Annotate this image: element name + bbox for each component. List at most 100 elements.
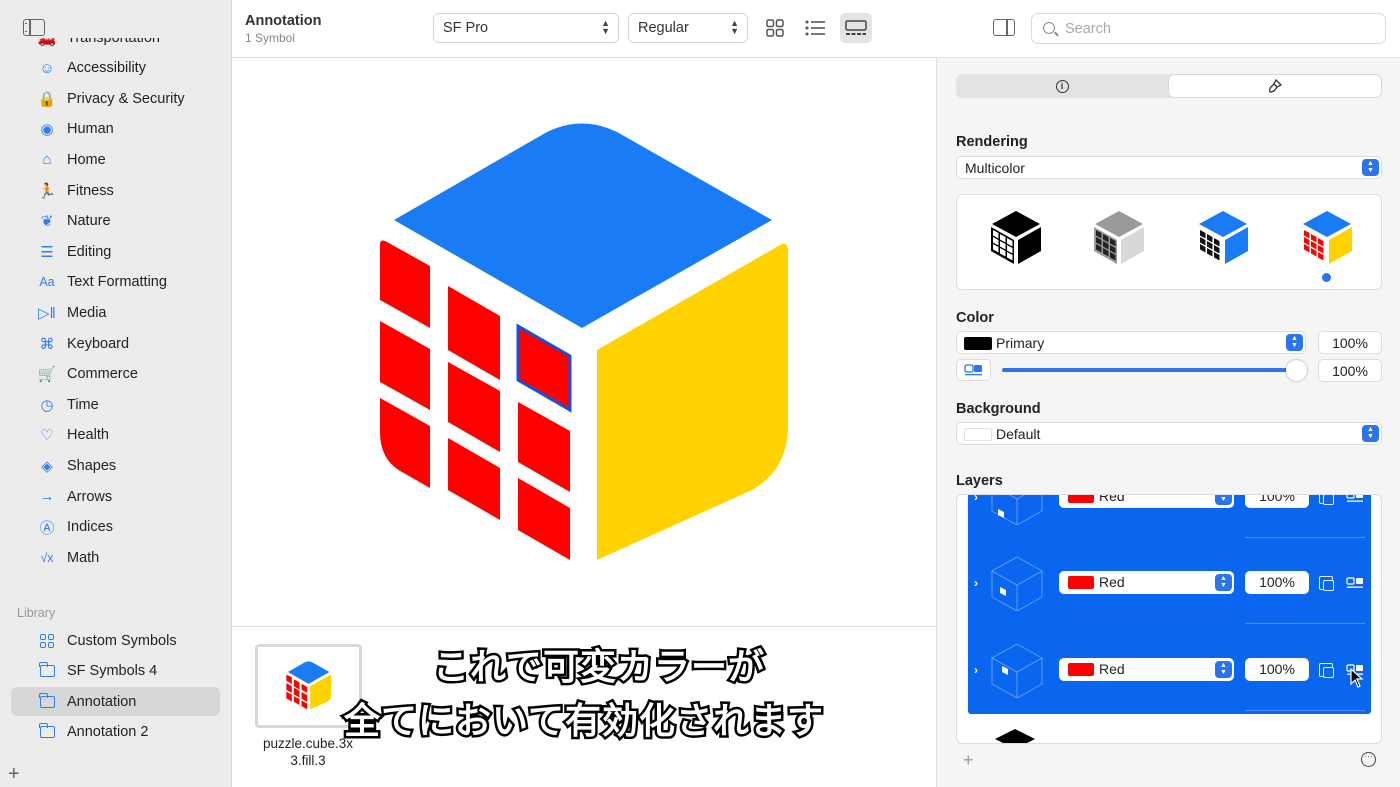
render-hierarchical-option[interactable] xyxy=(1087,205,1151,269)
render-monochrome-option[interactable] xyxy=(984,205,1048,269)
cube-symbol-preview xyxy=(380,123,788,560)
disclosure-chevron-icon[interactable]: › xyxy=(974,495,978,504)
arrow-right-icon: → xyxy=(39,488,55,505)
sidebar-item-nature[interactable]: ❦ Nature xyxy=(11,207,220,236)
add-layer-button[interactable]: + xyxy=(963,750,974,771)
sidebar-item-label: Transportation xyxy=(67,38,160,46)
search-input[interactable] xyxy=(1065,19,1365,39)
sidebar-item-label: Fitness xyxy=(67,182,114,199)
sidebar-item-label: Text Formatting xyxy=(67,274,167,291)
duplicate-layer-icon[interactable] xyxy=(1319,663,1334,678)
sidebar-item-annotation-2[interactable]: Annotation 2 xyxy=(11,718,220,747)
sidebar-item-fitness[interactable]: 🏃 Fitness xyxy=(11,176,220,205)
layer-color-popup[interactable]: Red ▲▼ xyxy=(1059,495,1234,508)
sidebar-item-label: Arrows xyxy=(67,488,113,505)
sidebar-item-time[interactable]: ◷ Time xyxy=(11,390,220,419)
layer-color-value: Red xyxy=(1099,661,1125,677)
sidebar-item-text-formatting[interactable]: Aa Text Formatting xyxy=(11,268,220,297)
sidebar-item-home[interactable]: ⌂ Home xyxy=(11,145,220,174)
color-swatch xyxy=(964,337,992,350)
sidebar-item-editing[interactable]: ☰ Editing xyxy=(11,237,220,266)
inspector-panel: i Rendering Multicolor ▲ ▼ Color Primary … xyxy=(936,58,1400,787)
rendering-value: Multicolor xyxy=(965,160,1025,176)
sidebar-item-privacy-security[interactable]: 🔒 Privacy & Security xyxy=(11,84,220,113)
sidebar-item-math[interactable]: √x Math xyxy=(11,543,220,572)
layer-thumbnail xyxy=(991,495,1043,525)
color-popup[interactable]: Primary ▲ ▼ xyxy=(956,331,1306,354)
inspector-segmented-control: i xyxy=(956,74,1382,98)
toolbar: Annotation 1 Symbol SF Pro ▲ ▼ Regular ▲ ▼ xyxy=(232,0,1400,58)
color-value: Primary xyxy=(996,335,1045,351)
sidebar-item-media[interactable]: ▷‖ Media xyxy=(11,298,220,327)
sidebar-item-arrows[interactable]: → Arrows xyxy=(11,482,220,511)
rendering-popup[interactable]: Multicolor ▲ ▼ xyxy=(956,156,1382,179)
layer-row[interactable]: › Red ▲▼ 100% xyxy=(968,539,1371,627)
sidebar-item-label: Indices xyxy=(67,519,113,536)
add-collection-button[interactable]: + xyxy=(8,764,20,784)
sidebar-item-accessibility[interactable]: ☺ Accessibility xyxy=(11,54,220,83)
font-value: SF Pro xyxy=(443,20,489,36)
more-options-icon[interactable]: ··· xyxy=(1361,752,1376,767)
grid-view-button[interactable] xyxy=(759,13,791,43)
disclosure-chevron-icon[interactable]: › xyxy=(974,663,978,677)
sidebar-item-label: Annotation 2 xyxy=(67,724,149,741)
chevron-updown-icon: ▲▼ xyxy=(730,18,739,36)
chevron-updown-icon: ▲▼ xyxy=(1362,159,1379,176)
sidebar-item-health[interactable]: ♡ Health xyxy=(11,421,220,450)
appearance-tab[interactable] xyxy=(1169,75,1381,97)
layer-percent-field[interactable]: 100% xyxy=(1245,495,1309,508)
a-circle-icon: Ⓐ xyxy=(39,519,55,537)
render-multicolor-option[interactable] xyxy=(1295,205,1359,269)
duplicate-layer-icon[interactable] xyxy=(1319,576,1334,591)
list-view-button[interactable] xyxy=(799,13,831,43)
opacity-mode-button[interactable] xyxy=(956,359,991,381)
layer-percent-field[interactable]: 100% xyxy=(1245,571,1309,594)
layer-color-popup[interactable]: Red ▲▼ xyxy=(1059,658,1234,681)
accessibility-icon: ☺ xyxy=(39,59,55,77)
disclosure-chevron-icon[interactable]: › xyxy=(974,576,978,590)
layer-row[interactable]: › Red ▲▼ 100% xyxy=(968,626,1371,714)
sidebar-item-human[interactable]: ◉ Human xyxy=(11,115,220,144)
symbol-name-line2: 3.fill.3 xyxy=(290,753,326,768)
weight-popup[interactable]: Regular ▲ ▼ xyxy=(628,13,748,43)
sidebar-item-indices[interactable]: Ⓐ Indices xyxy=(11,513,220,542)
opacity-percent-field[interactable]: 100% xyxy=(1318,359,1382,382)
sidebar-item-label: Accessibility xyxy=(67,60,146,77)
sidebar-item-keyboard[interactable]: ⌘ Keyboard xyxy=(11,329,220,358)
opacity-slider-track[interactable] xyxy=(1002,368,1298,372)
background-swatch xyxy=(964,428,992,441)
duplicate-layer-icon[interactable] xyxy=(1319,495,1334,505)
sidebar-item-annotation[interactable]: Annotation xyxy=(11,687,220,717)
render-palette-option[interactable] xyxy=(1191,205,1255,269)
folder-icon xyxy=(38,662,56,680)
sidebar-item-commerce[interactable]: 🛒 Commerce xyxy=(11,360,220,389)
lock-icon: 🔒 xyxy=(37,90,57,108)
background-popup[interactable]: Default ▲ ▼ xyxy=(956,422,1382,445)
category-list: 🚗 Transportation ☺ Accessibility 🔒 Privacy & … xyxy=(0,38,231,598)
symbol-gallery xyxy=(232,58,936,626)
info-tab[interactable]: i xyxy=(956,74,1168,98)
layer-opacity-icon[interactable] xyxy=(1346,494,1364,503)
layer-color-popup[interactable]: Red ▲▼ xyxy=(1059,571,1234,594)
layer-row[interactable]: › Red ▲▼ 100% xyxy=(968,494,1371,541)
sidebar-item-transportation[interactable]: 🚗 Transportation xyxy=(11,38,220,52)
layer-percent-field[interactable]: 100% xyxy=(1245,658,1309,681)
folder-icon xyxy=(38,692,56,711)
sidebar-item-sf-symbols-4[interactable]: SF Symbols 4 xyxy=(11,657,220,686)
sidebar-item-shapes[interactable]: ◈ Shapes xyxy=(11,451,220,480)
chevron-updown-icon: ▲▼ xyxy=(1362,425,1379,442)
opacity-slider-knob[interactable] xyxy=(1286,360,1307,381)
layers-list: › Red ▲▼ 100% › Red ▲▼ 100% › Red ▲▼ 100% xyxy=(956,494,1382,744)
gallery-view-button[interactable] xyxy=(840,13,872,43)
sidebar-toggle-icon[interactable] xyxy=(23,19,45,36)
color-percent: 100% xyxy=(1332,335,1368,351)
layer-thumbnail-black[interactable] xyxy=(989,727,1045,744)
sidebar-item-custom-symbols[interactable]: Custom Symbols xyxy=(11,626,220,655)
search-field[interactable] xyxy=(1031,13,1386,44)
inspector-toggle-icon[interactable] xyxy=(993,19,1015,36)
font-popup[interactable]: SF Pro ▲ ▼ xyxy=(433,13,619,43)
color-percent-field[interactable]: 100% xyxy=(1318,331,1382,354)
sidebar-item-label: SF Symbols 4 xyxy=(67,663,158,680)
sidebar-item-label: Shapes xyxy=(67,457,117,474)
layer-opacity-icon[interactable] xyxy=(1346,577,1364,589)
